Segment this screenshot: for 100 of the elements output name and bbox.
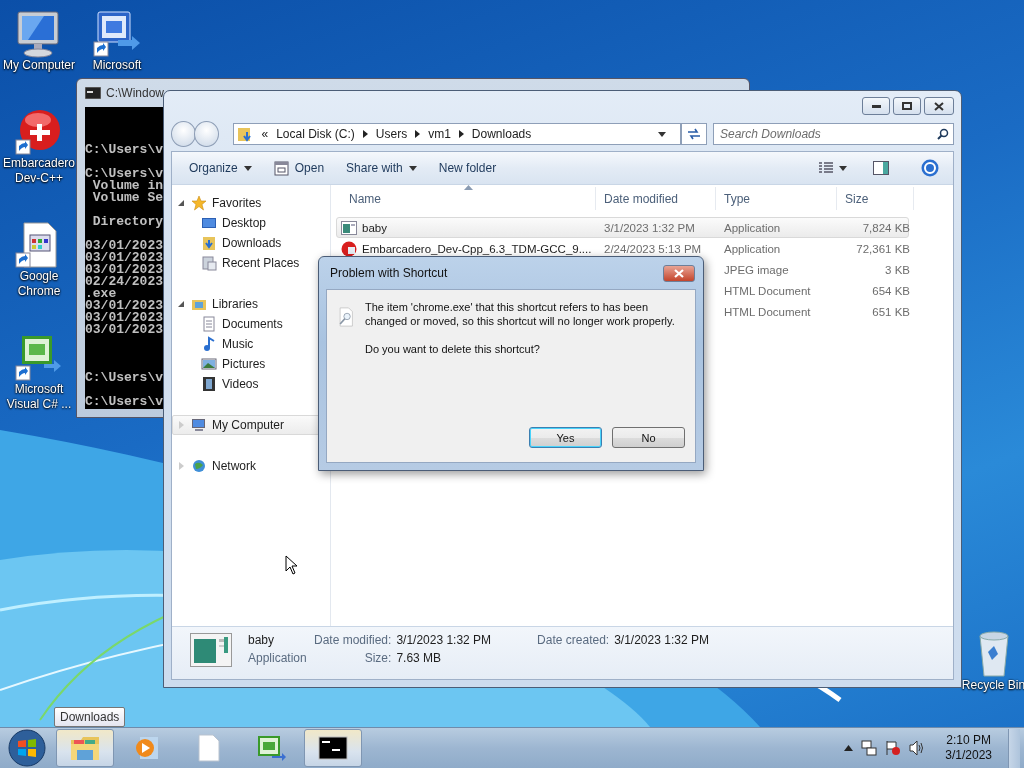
file-row[interactable]: Embarcadero_Dev-Cpp_6.3_TDM-GCC_9.... 2/24/2023 5:13 PM Application 72,361 KB — [336, 238, 909, 259]
desktop-shortcut[interactable]: My Computer — [0, 10, 78, 73]
nav-item[interactable]: Music — [172, 334, 320, 354]
window-icon — [341, 220, 357, 235]
toolbar-button[interactable]: Open — [264, 156, 334, 180]
console-line: C:\Users\v — [85, 396, 163, 408]
dropdown-icon — [657, 131, 666, 137]
close-button[interactable] — [924, 97, 954, 115]
breadcrumb[interactable]: Local Disk (C:) — [276, 127, 355, 141]
picture-icon — [201, 356, 217, 372]
table-cell-text: Application — [723, 242, 782, 255]
breadcrumb[interactable]: Users — [375, 127, 408, 141]
console-line: 03/01/2023 — [85, 252, 163, 264]
desktop-shortcut[interactable]: Microsoft Visual C# ... — [0, 334, 78, 412]
search-field[interactable]: Search Downloads — [713, 123, 954, 145]
toolbar-button[interactable]: New folder — [429, 157, 506, 179]
column-header[interactable]: Size — [837, 187, 914, 210]
collapsed-icon — [178, 462, 184, 470]
console-line: Volume in — [91, 180, 163, 192]
recent-places-icon — [201, 255, 217, 271]
dialog-button[interactable]: No — [612, 427, 685, 448]
taskbar-button[interactable] — [304, 729, 362, 767]
field-value: 7.63 MB — [396, 651, 443, 666]
breadcrumb[interactable]: Downloads — [471, 127, 532, 141]
console-line: .exe — [85, 288, 117, 300]
help-icon — [921, 159, 939, 177]
field-value: 3/1/2023 1:32 PM — [396, 633, 492, 648]
refresh-icon — [686, 128, 701, 140]
nav-item[interactable]: Network — [172, 456, 320, 476]
toolbar-menu-button[interactable]: Organize — [180, 157, 261, 179]
field-label: Size: — [363, 651, 392, 666]
thumbnail-icon — [190, 633, 232, 667]
maximize-button[interactable] — [893, 97, 921, 115]
console-line: Volume Se — [91, 192, 163, 204]
nav-item[interactable]: Recent Places — [172, 253, 320, 273]
nav-item[interactable]: Videos — [172, 374, 320, 394]
application-icon — [92, 10, 142, 58]
console-line: C:\Users\v — [85, 372, 163, 384]
console-line: 03/01/2023 — [85, 312, 163, 324]
minimize-button[interactable] — [862, 97, 890, 115]
document-icon — [201, 316, 217, 332]
file-row[interactable]: baby 3/1/2023 1:32 PM Application 7,824 KB — [336, 217, 909, 238]
path-overflow: « — [261, 127, 269, 141]
chevron-icon — [415, 130, 421, 138]
table-cell-text: 2/24/2023 5:13 PM — [603, 242, 703, 255]
nav-item[interactable]: Favorites — [172, 193, 320, 213]
pane-icon — [873, 161, 889, 175]
dialog-message: The item 'chrome.exe' that this shortcut refers to has been changed or moved, so this shortcut will no longer work properly. — [365, 300, 676, 328]
ball-icon — [341, 240, 357, 257]
desktop-shortcut[interactable]: Google Chrome — [0, 221, 78, 299]
volume-icon — [909, 740, 926, 756]
desktop-shortcut[interactable]: Embarcadero Dev-C++ — [0, 108, 78, 186]
collapsed-icon — [178, 421, 184, 429]
nav-item[interactable]: Desktop — [172, 213, 320, 233]
nav-item[interactable]: Libraries — [172, 294, 320, 314]
table-cell-text: Application — [723, 221, 782, 234]
console-line: Directory — [91, 216, 163, 228]
nav-item[interactable]: My Computer — [172, 415, 320, 435]
expanded-icon — [178, 301, 184, 307]
chevron-icon — [458, 130, 464, 138]
file-name: baby — [248, 633, 276, 648]
cursor-icon — [285, 555, 298, 575]
show-hidden-icons[interactable] — [844, 745, 854, 751]
table-cell-text: 654 KB — [871, 284, 911, 297]
toolbar-menu-button[interactable]: Share with — [337, 157, 426, 179]
dialog-button[interactable]: Yes — [529, 427, 602, 448]
console-line: C:\Users\v — [85, 144, 163, 156]
nav-item[interactable]: Downloads — [172, 233, 320, 253]
table-cell-text: 3 KB — [884, 263, 911, 276]
blank-page-icon — [198, 734, 220, 762]
folder-icon — [69, 734, 101, 762]
column-header[interactable]: Type — [716, 187, 837, 210]
film-icon — [201, 376, 217, 392]
field-label: Date created: — [537, 633, 610, 648]
dialog-title: Problem with Shortcut — [330, 266, 448, 280]
nav-item[interactable]: Documents — [172, 314, 320, 334]
breadcrumb[interactable]: vm1 — [428, 127, 451, 141]
table-cell-text: JPEG image — [723, 263, 790, 276]
field-label: Date modified: — [314, 633, 392, 648]
flag-icon — [885, 740, 902, 756]
window-title: C:\Window — [106, 86, 164, 100]
folder-icon — [237, 126, 254, 142]
nav-item[interactable]: Pictures — [172, 354, 320, 374]
desktop-shortcut[interactable]: Recycle Bin — [963, 630, 1024, 693]
console-icon — [85, 87, 101, 99]
desktop-shortcut[interactable]: Microsoft — [78, 10, 156, 73]
console-line: 03/01/2023 — [85, 300, 163, 312]
address-bar[interactable]: « Local Disk (C:) Users vm1 Downloads — [233, 123, 681, 145]
chevron-icon — [362, 130, 368, 138]
media-player-icon — [134, 735, 160, 761]
column-header[interactable]: Name — [341, 187, 596, 210]
open-icon — [273, 160, 289, 176]
clock[interactable]: 2:10 PM 3/1/2023 — [945, 733, 992, 763]
start-button[interactable] — [6, 729, 48, 767]
file-type: Application — [248, 651, 308, 666]
list-icon — [819, 162, 833, 174]
star-icon — [191, 195, 207, 211]
console-line: C:\Users\v — [85, 168, 163, 180]
refresh-button[interactable] — [680, 123, 707, 145]
column-header[interactable]: Date modified — [596, 187, 716, 210]
